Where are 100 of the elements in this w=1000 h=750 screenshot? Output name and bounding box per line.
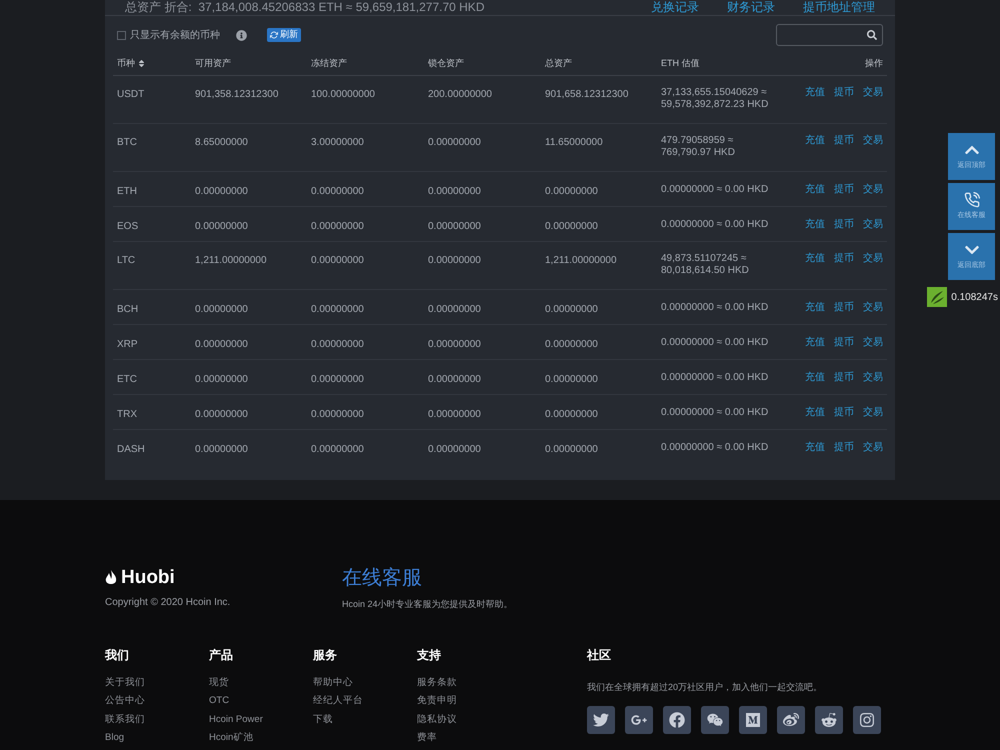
action-link[interactable]: 提币: [834, 184, 854, 196]
search-icon[interactable]: [867, 30, 877, 40]
table-cell: 0.00000000: [311, 409, 364, 420]
table-cell: 0.00000000: [428, 304, 481, 315]
table-cell: BCH: [117, 304, 138, 315]
table-cell: 200.00000000: [428, 89, 492, 100]
table-cell: 0.00000000: [428, 186, 481, 197]
refresh-button[interactable]: 刷新: [267, 28, 301, 42]
social-button[interactable]: [853, 706, 881, 734]
social-button[interactable]: [625, 706, 653, 734]
balance-filter-checkbox[interactable]: [117, 30, 126, 40]
action-link[interactable]: 充值: [805, 337, 825, 349]
action-link[interactable]: 提币: [834, 302, 854, 314]
action-link[interactable]: 充值: [805, 135, 825, 147]
footer-link[interactable]: 免责申明: [417, 695, 521, 708]
action-link[interactable]: 充值: [805, 184, 825, 196]
action-link[interactable]: 提币: [834, 337, 854, 349]
action-link[interactable]: 提币: [834, 253, 854, 265]
table-cell: 0.00000000: [311, 339, 364, 350]
action-link[interactable]: 提币: [834, 87, 854, 99]
action-link[interactable]: 提币: [834, 219, 854, 231]
table-cell: 0.00000000: [545, 339, 598, 350]
footer-link[interactable]: Blog: [105, 732, 209, 744]
column-header: 操作: [865, 56, 883, 70]
eth-estimate: 0.00000000 ≈ 0.00 HKD: [661, 219, 768, 231]
footer-column-title: 产品: [209, 648, 234, 660]
table-cell: XRP: [117, 339, 138, 350]
refresh-icon: [270, 31, 278, 39]
table-cell: 0.00000000: [428, 374, 481, 385]
column-header[interactable]: 币种: [117, 56, 135, 70]
table-cell: 0.00000000: [195, 409, 248, 420]
column-header: ETH 估值: [661, 56, 700, 70]
table-cell: 0.00000000: [545, 221, 598, 232]
footer-link[interactable]: 服务条款: [417, 676, 521, 689]
table-cell: 0.00000000: [311, 374, 364, 385]
social-button[interactable]: [587, 706, 615, 734]
eth-estimate: 0.00000000 ≈ 0.00 HKD: [661, 442, 768, 454]
column-header: 锁仓资产: [428, 56, 464, 70]
footer-link[interactable]: 下载: [313, 714, 417, 726]
table-cell: LTC: [117, 255, 136, 266]
action-link[interactable]: 交易: [863, 337, 883, 349]
action-link[interactable]: 交易: [863, 219, 883, 231]
footer-link[interactable]: 关于我们: [105, 676, 209, 689]
action-link[interactable]: 交易: [863, 253, 883, 265]
footer-link[interactable]: 经纪人平台: [313, 695, 417, 708]
table-cell: TRX: [117, 409, 137, 420]
footer-link[interactable]: OTC: [209, 695, 313, 708]
action-link[interactable]: 交易: [863, 302, 883, 314]
action-link[interactable]: 交易: [863, 407, 883, 419]
action-link[interactable]: 交易: [863, 442, 883, 454]
action-link[interactable]: 充值: [805, 253, 825, 265]
header-link[interactable]: 财务记录: [727, 1, 775, 13]
search-field[interactable]: [776, 24, 883, 46]
table-cell: 0.00000000: [428, 255, 481, 266]
table-cell: 0.00000000: [545, 409, 598, 420]
table-cell: 0.00000000: [545, 444, 598, 455]
twitter-icon: [593, 712, 609, 728]
action-link[interactable]: 充值: [805, 442, 825, 454]
action-link[interactable]: 提币: [834, 407, 854, 419]
medium-icon: [745, 712, 761, 728]
table-cell: ETC: [117, 374, 137, 385]
table-cell: 100.00000000: [311, 89, 375, 100]
table-cell: BTC: [117, 137, 137, 148]
header-link[interactable]: 兑换记录: [651, 1, 699, 13]
eth-estimate: 49,873.51107245 ≈ 80,018,614.50 HKD: [661, 253, 749, 277]
table-cell: 0.00000000: [195, 374, 248, 385]
table-cell: ETH: [117, 186, 137, 197]
action-link[interactable]: 充值: [805, 87, 825, 99]
action-link[interactable]: 交易: [863, 184, 883, 196]
action-link[interactable]: 充值: [805, 372, 825, 384]
table-cell: 0.00000000: [195, 221, 248, 232]
action-link[interactable]: 提币: [834, 442, 854, 454]
action-link[interactable]: 充值: [805, 302, 825, 314]
footer-link[interactable]: Hcoin矿池: [209, 732, 313, 744]
social-button[interactable]: [777, 706, 805, 734]
footer-link[interactable]: Hcoin Power: [209, 714, 313, 726]
social-button[interactable]: [701, 706, 729, 734]
social-button[interactable]: [815, 706, 843, 734]
info-icon[interactable]: [236, 30, 247, 40]
action-link[interactable]: 交易: [863, 372, 883, 384]
action-link[interactable]: 充值: [805, 407, 825, 419]
footer-link[interactable]: 现货: [209, 676, 313, 689]
social-button[interactable]: [663, 706, 691, 734]
footer-link[interactable]: 费率: [417, 732, 521, 744]
footer-link[interactable]: 联系我们: [105, 714, 209, 726]
leaf-logo-icon: [927, 287, 948, 307]
action-link[interactable]: 交易: [863, 87, 883, 99]
footer-link[interactable]: 帮助中心: [313, 676, 417, 689]
eth-estimate: 37,133,655.15040629 ≈ 59,578,392,872.23 HKD: [661, 87, 768, 111]
footer-link[interactable]: 隐私协议: [417, 714, 521, 726]
copyright: Copyright © 2020 Hcoin Inc.: [105, 596, 232, 610]
header-link[interactable]: 提币地址管理: [803, 1, 875, 13]
social-button[interactable]: [739, 706, 767, 734]
action-link[interactable]: 交易: [863, 135, 883, 147]
action-link[interactable]: 充值: [805, 219, 825, 231]
sort-icon[interactable]: [138, 59, 145, 68]
action-link[interactable]: 提币: [834, 372, 854, 384]
action-link[interactable]: 提币: [834, 135, 854, 147]
footer-column-title: 支持: [417, 648, 442, 660]
footer-link[interactable]: 公告中心: [105, 695, 209, 708]
